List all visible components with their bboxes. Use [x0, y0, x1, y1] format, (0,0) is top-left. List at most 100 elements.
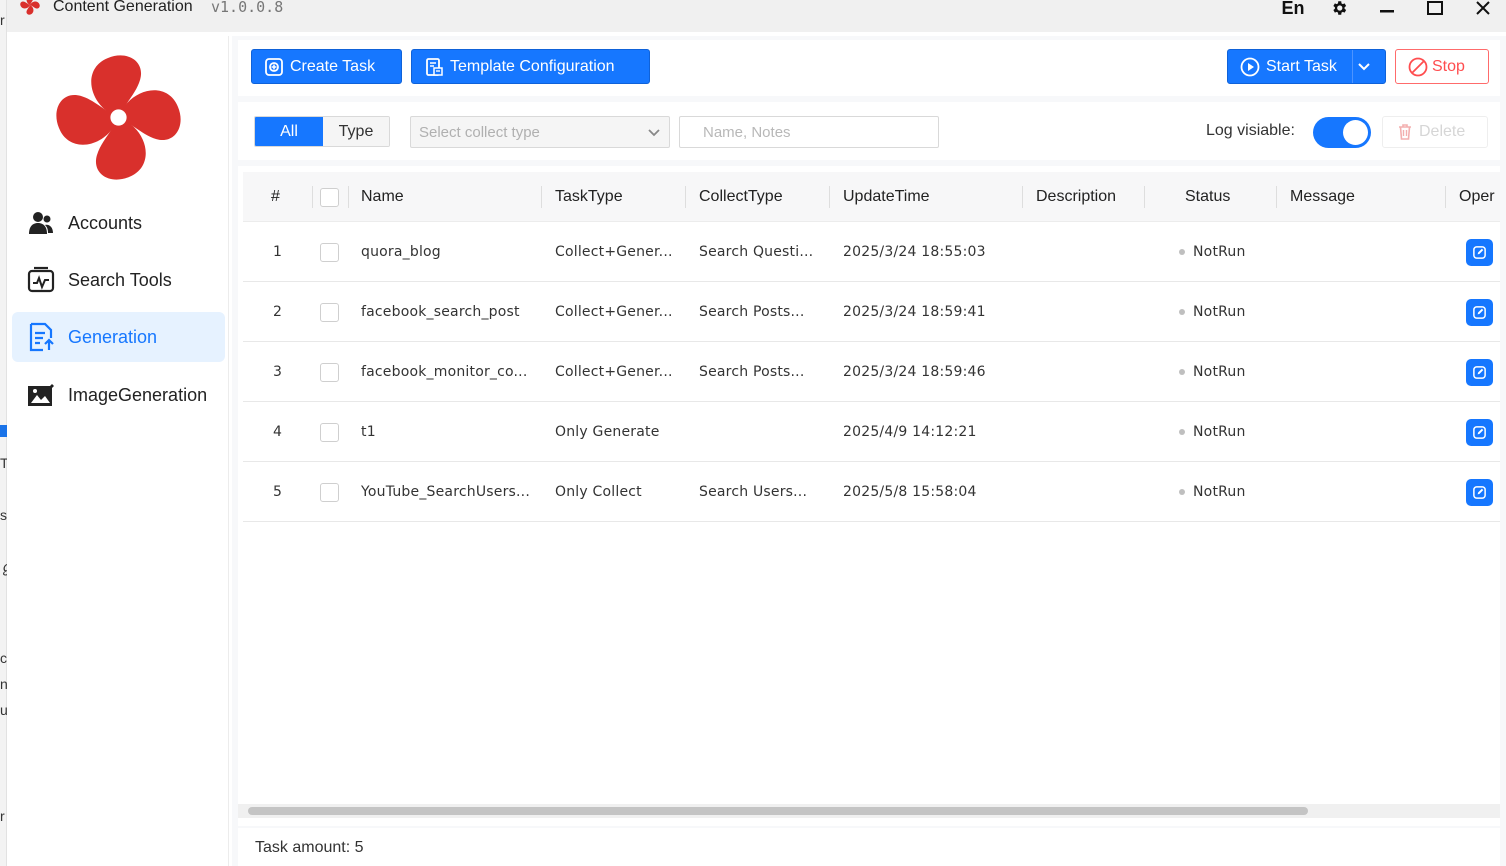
column-header-oper: Oper [1459, 188, 1495, 205]
brand-logo-icon [56, 55, 181, 180]
chevron-down-icon [648, 129, 660, 137]
search-placeholder: Name, Notes [703, 123, 791, 141]
filter-segment: All Type [254, 116, 390, 147]
sidebar-item-accounts[interactable]: Accounts [12, 198, 225, 248]
minimize-button[interactable] [1371, 0, 1403, 20]
row-tasktype: Collect+Gener... [555, 364, 673, 380]
horizontal-scrollbar[interactable] [238, 804, 1500, 818]
task-amount: Task amount: 5 [255, 839, 364, 856]
row-updatetime: 2025/5/8 15:58:04 [843, 484, 977, 500]
play-icon [1240, 57, 1260, 76]
row-updatetime: 2025/3/24 18:55:03 [843, 244, 986, 260]
settings-gear-icon[interactable] [1323, 0, 1355, 20]
sidebar-item-generation[interactable]: Generation [12, 312, 225, 362]
row-checkbox[interactable] [320, 302, 339, 322]
app-version: v1.0.0.8 [211, 0, 284, 16]
row-index: 5 [273, 484, 283, 500]
collect-type-select[interactable]: Select collect type [410, 116, 670, 148]
create-task-icon [265, 57, 283, 76]
row-index: 3 [273, 364, 283, 380]
row-status: NotRun [1179, 342, 1246, 402]
table-row[interactable]: 2 facebook_search_post Collect+Gener... Sea… [243, 282, 1500, 342]
chevron-down-icon[interactable] [1357, 61, 1371, 73]
collect-type-placeholder: Select collect type [419, 123, 540, 141]
trash-icon [1399, 124, 1411, 140]
close-icon[interactable] [1467, 0, 1499, 20]
row-checkbox[interactable] [320, 482, 339, 502]
template-configuration-button[interactable]: Template Configuration [411, 49, 650, 84]
language-button[interactable]: En [1273, 0, 1313, 20]
start-task-button[interactable]: Start Task [1227, 49, 1386, 84]
generation-icon [26, 322, 56, 352]
column-header-tasktype[interactable]: TaskType [555, 172, 623, 222]
column-header-status[interactable]: Status [1185, 172, 1230, 222]
row-collecttype: Search Users... [699, 484, 808, 500]
column-header-updatetime[interactable]: UpdateTime [843, 172, 930, 222]
row-index: 4 [273, 424, 283, 440]
create-task-label: Create Task [290, 57, 376, 75]
edit-icon[interactable] [1466, 478, 1493, 506]
table-footer: Task amount: 5 [238, 828, 1500, 866]
sidebar-item-label: Search Tools [68, 269, 172, 290]
table-row[interactable]: 5 YouTube_SearchUsers... Only Collect Searc… [243, 462, 1500, 522]
column-header-collecttype[interactable]: CollectType [699, 172, 783, 222]
status-dot-icon [1179, 369, 1185, 375]
row-tasktype: Collect+Gener... [555, 304, 673, 320]
status-dot-icon [1179, 249, 1185, 255]
row-name: quora_blog [361, 244, 441, 260]
log-visible-label: Log visiable: [1206, 122, 1295, 139]
table-row[interactable]: 4 t1 Only Generate 2025/4/9 14:12:21 NotRun [243, 402, 1500, 462]
stop-icon [1408, 57, 1428, 76]
search-input[interactable]: Name, Notes [679, 116, 939, 148]
row-name: t1 [361, 424, 376, 440]
edit-icon[interactable] [1466, 358, 1493, 386]
sidebar: Accounts Search Tools Generation ImageGe… [7, 36, 229, 866]
row-status: NotRun [1179, 222, 1246, 282]
edit-icon[interactable] [1466, 298, 1493, 326]
image-generation-icon [26, 380, 56, 410]
row-checkbox[interactable] [320, 362, 339, 382]
row-status-text: NotRun [1193, 484, 1246, 500]
row-collecttype: Search Posts... [699, 304, 805, 320]
status-dot-icon [1179, 309, 1185, 315]
scrollbar-thumb[interactable] [248, 807, 1308, 815]
table-row[interactable]: 3 facebook_monitor_co... Collect+Gener... S… [243, 342, 1500, 402]
app-title: Content Generation [53, 0, 193, 15]
status-dot-icon [1179, 429, 1185, 435]
row-updatetime: 2025/3/24 18:59:41 [843, 304, 986, 320]
background-window-edge: r T s ℊ c n u r [0, 0, 14, 866]
row-name: facebook_monitor_co... [361, 364, 528, 380]
edit-icon[interactable] [1466, 418, 1493, 446]
filter-all-tab[interactable]: All [255, 117, 323, 146]
edit-icon[interactable] [1466, 238, 1493, 266]
row-status: NotRun [1179, 282, 1246, 342]
users-icon [26, 208, 56, 238]
column-header-name[interactable]: Name [361, 172, 404, 222]
toolbar: Create Task Template Configuration Start… [238, 40, 1500, 96]
sidebar-item-label: Accounts [68, 212, 143, 233]
row-checkbox[interactable] [320, 422, 339, 442]
log-visible-toggle[interactable] [1313, 117, 1371, 148]
sidebar-item-label: Generation [68, 326, 158, 347]
stop-button[interactable]: Stop [1395, 49, 1489, 84]
sidebar-item-image-generation[interactable]: ImageGeneration [12, 370, 225, 420]
column-header-message[interactable]: Message [1290, 172, 1355, 222]
task-table: # Name TaskType CollectType UpdateTime D… [238, 166, 1500, 826]
delete-button[interactable]: Delete [1382, 116, 1488, 148]
maximize-button[interactable] [1419, 0, 1451, 20]
row-index: 1 [273, 244, 283, 260]
row-checkbox[interactable] [320, 242, 339, 262]
create-task-button[interactable]: Create Task [251, 49, 402, 84]
select-all-checkbox[interactable] [320, 187, 339, 207]
table-row[interactable]: 1 quora_blog Collect+Gener... Search Questi… [243, 222, 1500, 282]
sidebar-item-search-tools[interactable]: Search Tools [12, 255, 225, 305]
row-status-text: NotRun [1193, 364, 1246, 380]
column-header-index: # [271, 188, 280, 205]
row-collecttype: Search Questi... [699, 244, 814, 260]
filter-type-tab[interactable]: Type [323, 117, 389, 146]
row-status-text: NotRun [1193, 424, 1246, 440]
row-status: NotRun [1179, 402, 1246, 462]
app-logo-icon [20, 0, 40, 15]
stop-label: Stop [1432, 57, 1465, 75]
column-header-description[interactable]: Description [1036, 172, 1116, 222]
